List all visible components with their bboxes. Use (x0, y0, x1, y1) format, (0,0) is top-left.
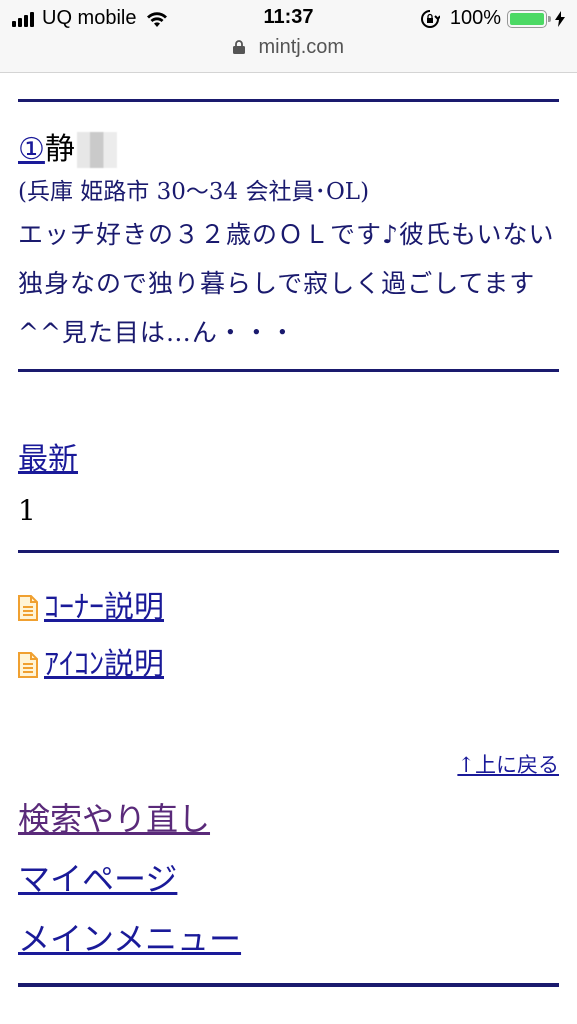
padlock-icon (232, 40, 245, 54)
status-bar: UQ mobile 11:37 100% mintj.com (0, 0, 577, 73)
url-text: mintj.com (258, 36, 345, 58)
corner-description-row[interactable]: ｺｰﾅｰ説明 (18, 579, 559, 636)
address-bar[interactable]: mintj.com (0, 36, 577, 59)
profile-description: エッチ好きの３２歳のＯＬです♪彼氏もいない独身なので独り暮らしで寂しく過ごしてま… (18, 220, 555, 347)
divider (18, 369, 559, 372)
back-to-top-row: ↑上に戻る (18, 745, 559, 785)
corner-description-link[interactable]: ｺｰﾅｰ説明 (44, 588, 164, 628)
profile-meta: (兵庫 姫路市 30〜34 会社員･OL) (18, 179, 370, 205)
charging-icon (555, 10, 565, 27)
profile-number-link[interactable]: ① (18, 130, 45, 170)
main-menu-link[interactable]: メインメニュー (18, 909, 241, 969)
latest-section: 最新 1 (18, 440, 559, 532)
divider (18, 99, 559, 102)
rotation-lock-icon (420, 9, 440, 28)
menu-links: 検索やり直し マイページ メインメニュー (18, 789, 559, 969)
battery-fill (510, 12, 544, 25)
my-page-link[interactable]: マイページ (18, 849, 177, 909)
divider (18, 550, 559, 553)
profile-name: 静 (44, 132, 75, 167)
latest-link[interactable]: 最新 (18, 442, 78, 477)
document-icon (18, 651, 38, 678)
profile-title: ① 静 (18, 130, 559, 170)
document-icon (18, 594, 38, 621)
icon-description-row[interactable]: ｱｲｺﾝ説明 (18, 636, 559, 693)
status-right: 100% (420, 7, 565, 30)
battery-icon (507, 9, 551, 28)
battery-percent: 100% (449, 7, 501, 29)
divider (18, 983, 559, 987)
icon-description-link[interactable]: ｱｲｺﾝ説明 (44, 645, 164, 685)
search-again-link[interactable]: 検索やり直し (18, 789, 210, 849)
page-content: ① 静 (兵庫 姫路市 30〜34 会社員･OL) エッチ好きの３２歳のＯＬです… (18, 72, 559, 987)
back-to-top-link[interactable]: ↑上に戻る (457, 753, 559, 777)
latest-count: 1 (18, 494, 36, 527)
icon-links: ｺｰﾅｰ説明 ｱｲｺﾝ説明 (18, 579, 559, 693)
name-mosaic (76, 132, 117, 168)
